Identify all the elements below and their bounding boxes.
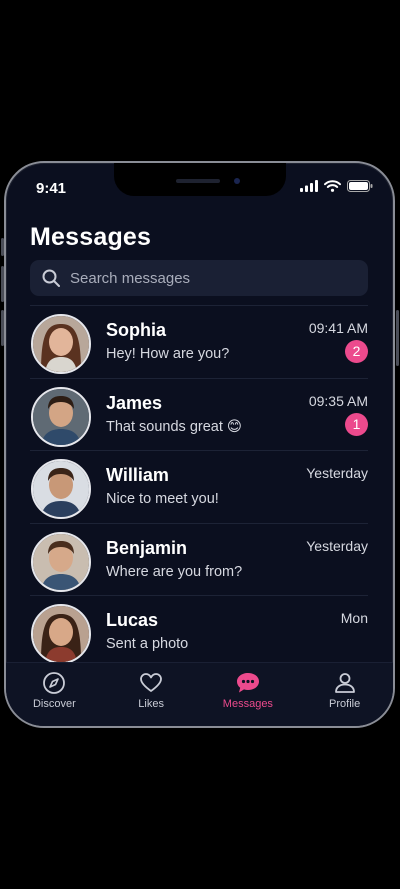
message-preview: Hey! How are you? bbox=[106, 346, 230, 362]
speaker-grille bbox=[176, 179, 220, 183]
conversation-row[interactable]: James That sounds great 😊 09:35 AM 1 bbox=[30, 377, 368, 451]
avatar bbox=[31, 531, 91, 592]
avatar bbox=[31, 459, 91, 519]
status-icons bbox=[300, 180, 373, 192]
message-time: Mon bbox=[340, 610, 368, 626]
notch bbox=[114, 163, 286, 196]
tab-bar: Discover Likes Messages Profile bbox=[6, 662, 393, 726]
avatar bbox=[31, 604, 91, 664]
compass-icon bbox=[43, 672, 66, 694]
contact-name: James bbox=[106, 392, 163, 413]
contact-name: Lucas bbox=[106, 610, 159, 630]
tab-label: Profile bbox=[329, 698, 361, 710]
tab-label: Discover bbox=[32, 698, 76, 710]
tab-likes[interactable]: Likes bbox=[103, 663, 200, 726]
tab-discover[interactable]: Discover bbox=[6, 663, 103, 726]
tab-profile[interactable]: Profile bbox=[296, 663, 393, 726]
conversation-row[interactable]: Sophia Hey! How are you? 09:41 AM 2 bbox=[30, 305, 368, 378]
person-icon bbox=[334, 673, 355, 693]
message-preview: Sent a photo bbox=[106, 636, 189, 652]
message-preview: That sounds great 😊 bbox=[106, 418, 243, 435]
page-title: Messages bbox=[30, 223, 152, 251]
unread-badge: 2 bbox=[345, 340, 368, 363]
search-placeholder: Search messages bbox=[70, 269, 191, 287]
conversation-row[interactable]: Benjamin Where are you from? Yesterday bbox=[30, 522, 368, 596]
message-time: 09:41 AM bbox=[308, 320, 368, 336]
contact-name: Sophia bbox=[106, 320, 167, 340]
phone-screen: 9:41 Messages Search messages Sophia Hey… bbox=[4, 161, 395, 728]
contact-name: William bbox=[106, 465, 169, 485]
heart-icon bbox=[140, 673, 163, 692]
battery-icon bbox=[347, 180, 373, 192]
wifi-icon bbox=[324, 180, 341, 192]
message-preview: Nice to meet you! bbox=[106, 491, 219, 507]
message-preview: Where are you from? bbox=[106, 563, 243, 580]
chat-bubble-icon bbox=[236, 673, 259, 693]
message-time: Yesterday bbox=[306, 465, 368, 481]
conversation-row[interactable]: William Nice to meet you! Yesterday bbox=[30, 450, 368, 523]
search-icon bbox=[42, 269, 60, 287]
tab-messages[interactable]: Messages bbox=[200, 663, 297, 726]
unread-badge: 1 bbox=[345, 412, 368, 436]
contact-name: Benjamin bbox=[106, 537, 188, 558]
avatar bbox=[31, 386, 91, 447]
conversation-list: Sophia Hey! How are you? 09:41 AM 2 Jame… bbox=[30, 305, 368, 668]
conversation-row[interactable]: Lucas Sent a photo Mon bbox=[30, 595, 368, 668]
message-time: 09:35 AM bbox=[308, 392, 368, 409]
status-time: 9:41 bbox=[36, 180, 67, 197]
signal-icon bbox=[300, 180, 318, 192]
tab-label: Messages bbox=[222, 698, 273, 710]
tab-label: Likes bbox=[138, 698, 164, 710]
message-time: Yesterday bbox=[306, 537, 368, 554]
avatar bbox=[31, 314, 91, 374]
search-input[interactable]: Search messages bbox=[30, 260, 368, 296]
front-camera bbox=[234, 178, 240, 184]
